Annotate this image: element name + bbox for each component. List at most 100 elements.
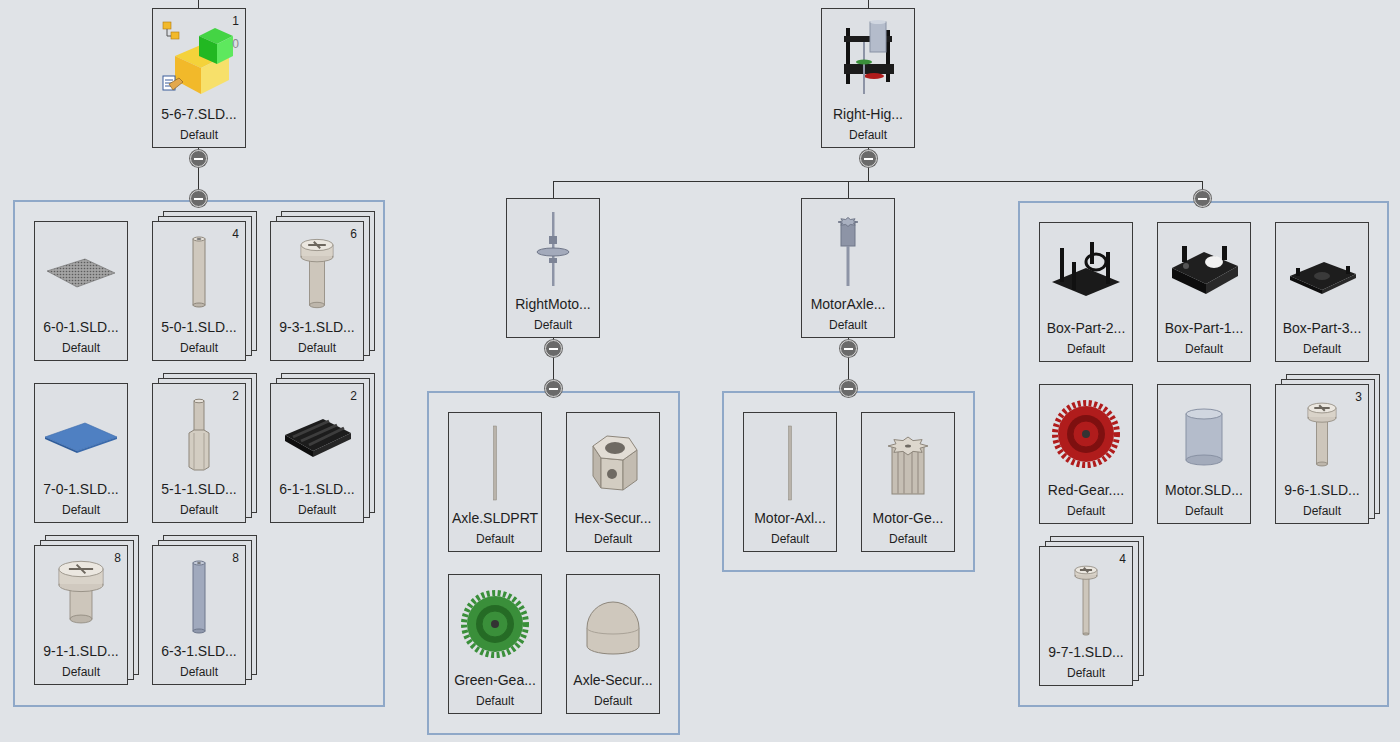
rod-icon xyxy=(159,555,239,635)
collapse-button[interactable] xyxy=(190,190,207,207)
collapse-button[interactable] xyxy=(1194,190,1211,207)
part-card[interactable]: Box-Part-2... Default xyxy=(1039,222,1133,362)
instance-count: 4 xyxy=(1119,552,1126,566)
parts-group: Motor-Axl... Default Motor-Ge... Default xyxy=(722,391,975,572)
part-name: 9-3-1.SLD... xyxy=(279,318,354,336)
configuration-label: Default xyxy=(180,502,218,518)
axle-icon xyxy=(455,422,535,502)
part-card[interactable]: 3 9-6-1.SLD... Default xyxy=(1275,384,1369,524)
part-card[interactable]: Axle-Secur... Default xyxy=(566,574,660,714)
part-name: Right-Hig... xyxy=(833,105,903,123)
plate-icon xyxy=(41,393,121,473)
assembly-icon xyxy=(159,18,239,98)
part-name: 5-0-1.SLD... xyxy=(161,318,236,336)
part-card[interactable]: 7-0-1.SLD... Default xyxy=(34,383,128,523)
configuration-label: Default xyxy=(829,317,867,333)
part-name: Red-Gear.... xyxy=(1048,481,1124,499)
configuration-label: Default xyxy=(1303,341,1341,357)
bracket-icon xyxy=(1282,232,1362,312)
screw-icon xyxy=(277,231,357,311)
collapse-button[interactable] xyxy=(840,340,857,357)
configuration-label: Default xyxy=(771,531,809,547)
bracket-icon xyxy=(1164,232,1244,312)
standoff-icon xyxy=(159,231,239,311)
pinion-icon xyxy=(868,422,948,502)
part-card[interactable]: 8 9-1-1.SLD... Default xyxy=(34,545,128,685)
instance-count: 4 xyxy=(232,227,239,241)
mesh-sheet-icon xyxy=(41,231,121,311)
instance-count: 2 xyxy=(232,389,239,403)
part-card[interactable]: 2 6-1-1.SLD... Default xyxy=(270,383,364,523)
part-card[interactable]: 6 9-3-1.SLD... Default xyxy=(270,221,364,361)
configuration-label: Default xyxy=(298,502,336,518)
subassembly-node[interactable]: RightMoto... Default xyxy=(506,198,600,338)
configuration-label: Default xyxy=(298,340,336,356)
motor-icon xyxy=(1164,394,1244,474)
part-card[interactable]: 8 6-3-1.SLD... Default xyxy=(152,545,246,685)
tray-icon xyxy=(277,393,357,473)
part-card[interactable]: 4 9-7-1.SLD... Default xyxy=(1039,546,1133,686)
part-card[interactable]: Motor-Ge... Default xyxy=(861,412,955,552)
part-card[interactable]: Hex-Secur... Default xyxy=(566,412,660,552)
hex-standoff-icon xyxy=(159,393,239,473)
configuration-label: Default xyxy=(180,127,218,143)
configuration-label: Default xyxy=(1185,341,1223,357)
instance-count: 1 xyxy=(232,14,239,28)
part-card[interactable]: Box-Part-1... Default xyxy=(1157,222,1251,362)
part-card[interactable]: Red-Gear.... Default xyxy=(1039,384,1133,524)
part-name: 9-7-1.SLD... xyxy=(1048,643,1123,661)
part-name: MotorAxle... xyxy=(811,295,886,313)
part-name: RightMoto... xyxy=(515,295,590,313)
gear-icon xyxy=(455,584,535,664)
parts-group: Axle.SLDPRT Default Hex-Secur... Default… xyxy=(427,391,680,735)
collapse-button[interactable] xyxy=(840,380,857,397)
part-name: Axle.SLDPRT xyxy=(452,509,538,527)
instance-count: 2 xyxy=(350,389,357,403)
configuration-label: Default xyxy=(62,340,100,356)
part-card[interactable]: Green-Gea... Default xyxy=(448,574,542,714)
configuration-label: Default xyxy=(476,531,514,547)
part-card[interactable]: 6-0-1.SLD... Default xyxy=(34,221,128,361)
configuration-label: Default xyxy=(180,340,218,356)
bracket-icon xyxy=(1046,232,1126,312)
configuration-label: Default xyxy=(889,531,927,547)
gear-icon xyxy=(1046,394,1126,474)
part-card[interactable]: Motor.SLD... Default xyxy=(1157,384,1251,524)
configuration-label: Default xyxy=(62,502,100,518)
collapse-button[interactable] xyxy=(190,150,207,167)
part-card[interactable]: Box-Part-3... Default xyxy=(1275,222,1369,362)
part-card[interactable]: Motor-Axl... Default xyxy=(743,412,837,552)
screw-icon xyxy=(1046,556,1126,636)
part-card[interactable]: 4 5-0-1.SLD... Default xyxy=(152,221,246,361)
suppressed-count: 0 xyxy=(232,37,239,51)
subassembly-node[interactable]: MotorAxle... Default xyxy=(801,198,895,338)
assembly-node[interactable]: 1 0 5-6-7.SLD... Default xyxy=(152,8,246,148)
instance-count: 6 xyxy=(350,227,357,241)
screw-icon xyxy=(41,555,121,635)
assembly-icon xyxy=(808,208,888,288)
configuration-label: Default xyxy=(1067,341,1105,357)
part-name: Box-Part-3... xyxy=(1283,319,1362,337)
part-name: Box-Part-1... xyxy=(1165,319,1244,337)
axle-icon xyxy=(750,422,830,502)
configuration-label: Default xyxy=(62,664,100,680)
parts-group: Box-Part-2... Default Box-Part-1... Defa… xyxy=(1018,201,1389,707)
part-name: Motor-Ge... xyxy=(873,509,944,527)
assembly-node[interactable]: Right-Hig... Default xyxy=(821,8,915,148)
configuration-label: Default xyxy=(1303,503,1341,519)
dome-cap-icon xyxy=(573,584,653,664)
part-name: 5-1-1.SLD... xyxy=(161,480,236,498)
part-card[interactable]: 2 5-1-1.SLD... Default xyxy=(152,383,246,523)
configuration-label: Default xyxy=(1067,503,1105,519)
configuration-label: Default xyxy=(594,693,632,709)
collapse-button[interactable] xyxy=(545,340,562,357)
collapse-button[interactable] xyxy=(860,150,877,167)
collapse-button[interactable] xyxy=(545,380,562,397)
screw-icon xyxy=(1282,394,1362,474)
part-name: Box-Part-2... xyxy=(1047,319,1126,337)
part-name: Motor.SLD... xyxy=(1165,481,1243,499)
assembly-icon xyxy=(828,18,908,98)
instance-count: 3 xyxy=(1355,390,1362,404)
part-card[interactable]: Axle.SLDPRT Default xyxy=(448,412,542,552)
configuration-label: Default xyxy=(534,317,572,333)
